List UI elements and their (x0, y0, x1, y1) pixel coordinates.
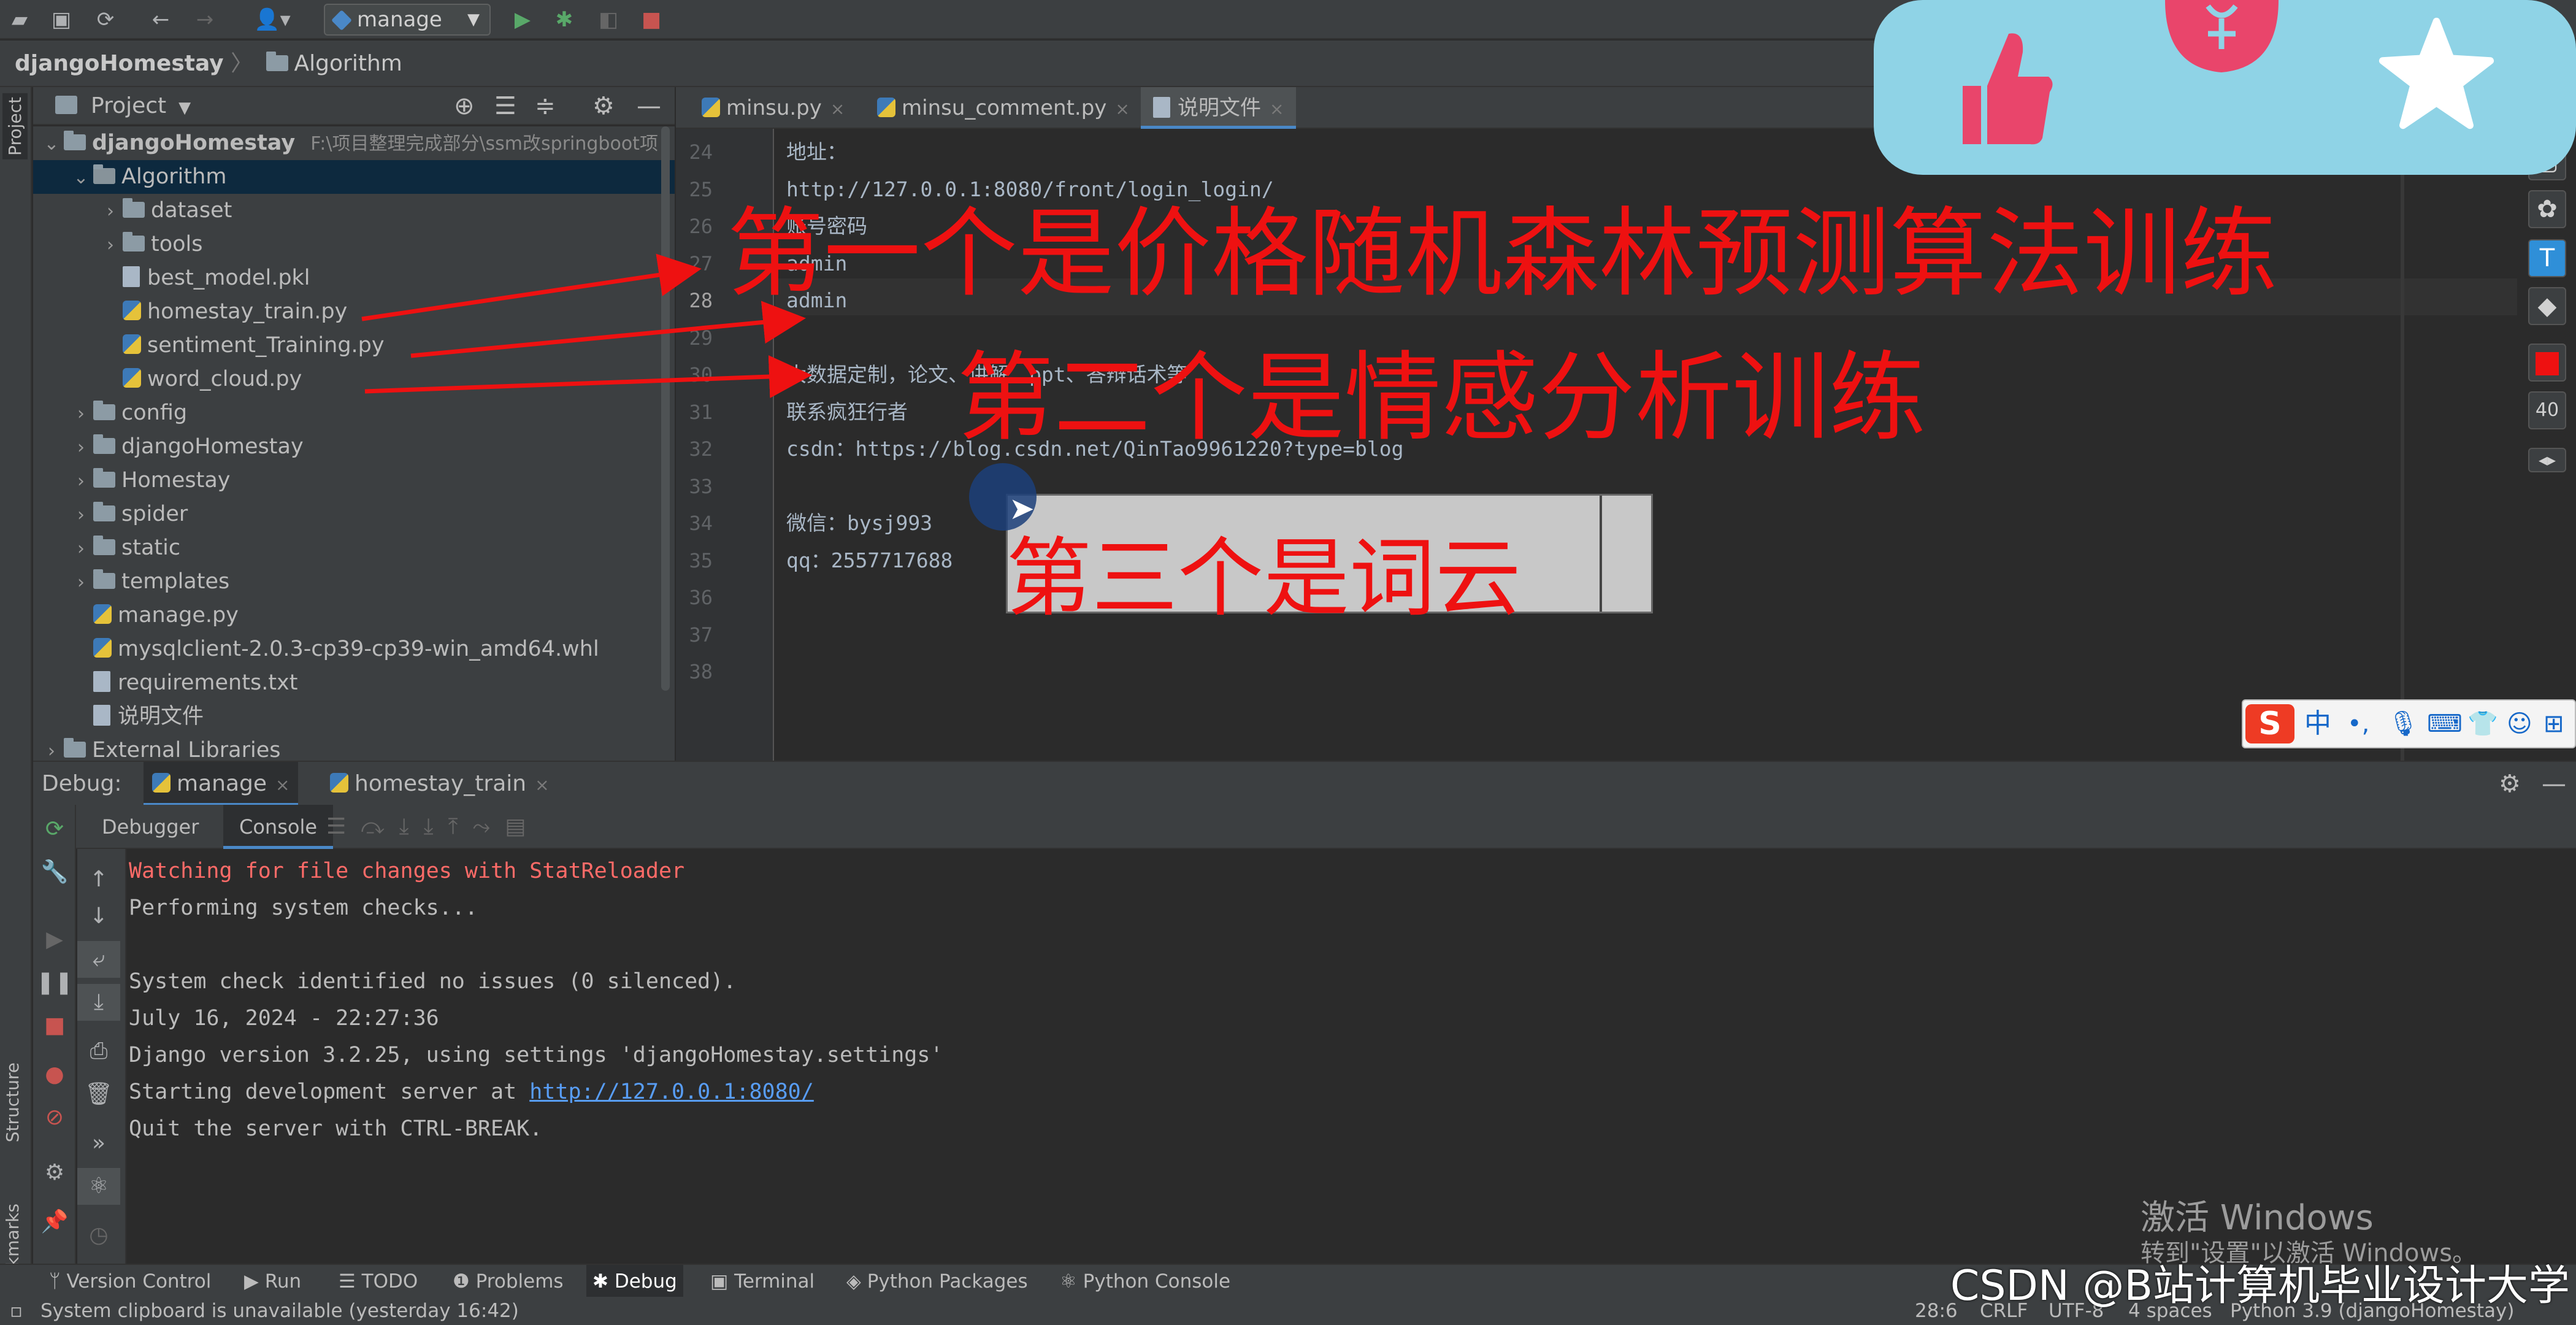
annotation-first: 第一个是价格随机森林预测算法训练 (727, 198, 2277, 310)
console-text: Quit the server with CTRL-BREAK. (129, 1116, 543, 1141)
console-text: Starting development server at (129, 1080, 530, 1104)
close-icon[interactable]: × (535, 775, 549, 795)
toolbox-icon[interactable]: ⊞ (2543, 701, 2564, 747)
list-icon: ☰ (339, 1270, 362, 1292)
info-icon: ❶ (453, 1270, 476, 1292)
tab-debugger[interactable]: Debugger (102, 805, 199, 849)
stop-icon[interactable]: ■ (33, 1007, 76, 1044)
ime-toolbar: S 中 •, 🎙 ⌨ 👕 ☺ ⊞ (2242, 699, 2576, 748)
console-tools: ↑ ↓ ⤶ ⤓ ⎙ 🗑 » ⚛ ◷ (77, 849, 126, 1264)
debug-subtabs: Debugger Console ☰⤼⤓⤓⤒⤳▤ ▦ (33, 805, 2576, 849)
resume-icon[interactable]: ▶ (33, 921, 76, 958)
python-file-icon (330, 773, 348, 793)
keyboard-icon[interactable]: ⌨ (2427, 701, 2463, 747)
terminal-icon: ▣ (710, 1270, 735, 1292)
annotation-third: 第三个是词云 (1006, 529, 1522, 629)
tool-label: Version Control (66, 1270, 212, 1292)
close-icon[interactable]: × (275, 775, 289, 795)
assistant-icon[interactable]: ☺ (2507, 701, 2532, 747)
console-line: Quit the server with CTRL-BREAK. (129, 1116, 542, 1141)
tool-label: Python Packages (867, 1270, 1028, 1292)
up-arrow-icon[interactable]: ↑ (77, 861, 120, 898)
settings-icon[interactable]: ⚙ (33, 1154, 76, 1191)
tool-python-packages[interactable]: ◈ Python Packages (846, 1265, 1028, 1298)
status-icon: ▫ (10, 1300, 23, 1322)
console-text: System check identified no issues (0 sil… (129, 969, 737, 994)
minimize-icon[interactable]: — (2542, 762, 2566, 806)
tool-python-console[interactable]: ⚛ Python Console (1060, 1265, 1230, 1298)
console-text: Watching for file changes with StatReloa… (129, 859, 685, 883)
debug-panel-header: Debug: manage × homestay_train × ⚙ — (33, 761, 2576, 806)
tool-terminal[interactable]: ▣ Terminal (710, 1265, 815, 1298)
print-icon[interactable]: ⎙ (77, 1033, 120, 1070)
package-icon: ◈ (846, 1270, 867, 1292)
tool-label: Run (264, 1270, 302, 1292)
csdn-watermark: CSDN @B站计算机毕业设计大学 (1950, 1262, 2570, 1310)
tool-todo[interactable]: ☰ TODO (339, 1265, 418, 1298)
debug-left-tools: ⟳ 🔧 ▶ ❚❚ ■ ● ⊘ ⚙ 📌 (33, 805, 76, 1264)
console-line: July 16, 2024 - 22:27:36 (129, 1006, 439, 1031)
console-text: Django version 3.2.25, using settings 'd… (129, 1043, 943, 1067)
microphone-icon[interactable]: 🎙 (2388, 701, 2419, 747)
run-icon: ▶ (244, 1270, 265, 1292)
tool-run[interactable]: ▶ Run (244, 1265, 301, 1298)
tool-label: TODO (361, 1270, 418, 1292)
console-text: Performing system checks... (129, 896, 478, 920)
python-console-icon: ⚛ (1060, 1270, 1083, 1292)
rerun-icon[interactable]: ⟳ (33, 811, 76, 848)
tool-problems[interactable]: ❶ Problems (453, 1265, 564, 1298)
clock-icon[interactable]: ◷ (77, 1217, 120, 1254)
console-text: July 16, 2024 - 22:27:36 (129, 1006, 439, 1031)
more-icon[interactable]: » (77, 1125, 120, 1162)
session-tab-manage[interactable]: manage × (144, 762, 299, 806)
wrench-icon[interactable]: 🔧 (33, 854, 76, 891)
mute-breakpoints-icon[interactable]: ⊘ (33, 1099, 76, 1136)
session-tab-homestay-train[interactable]: homestay_train × (321, 762, 558, 806)
soft-wrap-icon[interactable]: ⤶ (77, 941, 120, 978)
session-label: manage (177, 771, 267, 796)
console-line: Starting development server at http://12… (129, 1080, 814, 1104)
mouse-pointer-icon: ➤ (1009, 491, 1035, 526)
annotation-second: 第二个是情感分析训练 (957, 342, 1926, 455)
scroll-to-end-icon[interactable]: ⤓ (77, 984, 120, 1021)
view-breakpoints-icon[interactable]: ● (33, 1056, 76, 1093)
sogou-logo-icon: S (2245, 704, 2294, 743)
tool-label: Python Console (1083, 1270, 1231, 1292)
trash-icon[interactable]: 🗑 (77, 1076, 120, 1113)
pause-icon[interactable]: ❚❚ (33, 964, 76, 1001)
tool-label: Problems (475, 1270, 564, 1292)
debug-step-icons[interactable]: ☰⤼⤓⤓⤒⤳▤ (326, 805, 540, 849)
debug-label: Debug: (42, 771, 122, 796)
punctuation-icon[interactable]: •, (2347, 701, 2369, 747)
tool-label: Terminal (734, 1270, 815, 1292)
gear-icon[interactable]: ⚙ (2499, 762, 2521, 806)
debug-bug-icon: ✱ (592, 1270, 615, 1292)
console-line: Performing system checks... (129, 896, 478, 920)
arrow-third (364, 355, 812, 399)
skin-icon[interactable]: 👕 (2467, 701, 2498, 747)
arrow-first (361, 253, 702, 321)
branch-icon: ᛘ (49, 1270, 67, 1292)
down-arrow-icon[interactable]: ↓ (77, 898, 120, 935)
activate-windows-title: 激活 Windows (2141, 1198, 2374, 1238)
tool-version-control[interactable]: ᛘ Version Control (49, 1265, 211, 1298)
console-line: Django version 3.2.25, using settings 'd… (129, 1043, 943, 1067)
ime-mode[interactable]: 中 (2304, 701, 2331, 747)
console-line: System check identified no issues (0 sil… (129, 969, 736, 994)
pin-icon[interactable]: 📌 (33, 1204, 76, 1240)
server-url-link[interactable]: http://127.0.0.1:8080/ (529, 1080, 814, 1104)
console-line: Watching for file changes with StatReloa… (129, 859, 684, 883)
python-file-icon (152, 773, 171, 793)
tool-label: Debug (614, 1270, 677, 1292)
session-label: homestay_train (355, 771, 527, 796)
tool-debug[interactable]: ✱ Debug (586, 1265, 683, 1298)
status-message[interactable]: System clipboard is unavailable (yesterd… (40, 1297, 519, 1325)
tab-console[interactable]: Console (223, 805, 334, 849)
arrow-second (410, 301, 806, 358)
python-console-icon[interactable]: ⚛ (77, 1168, 120, 1205)
